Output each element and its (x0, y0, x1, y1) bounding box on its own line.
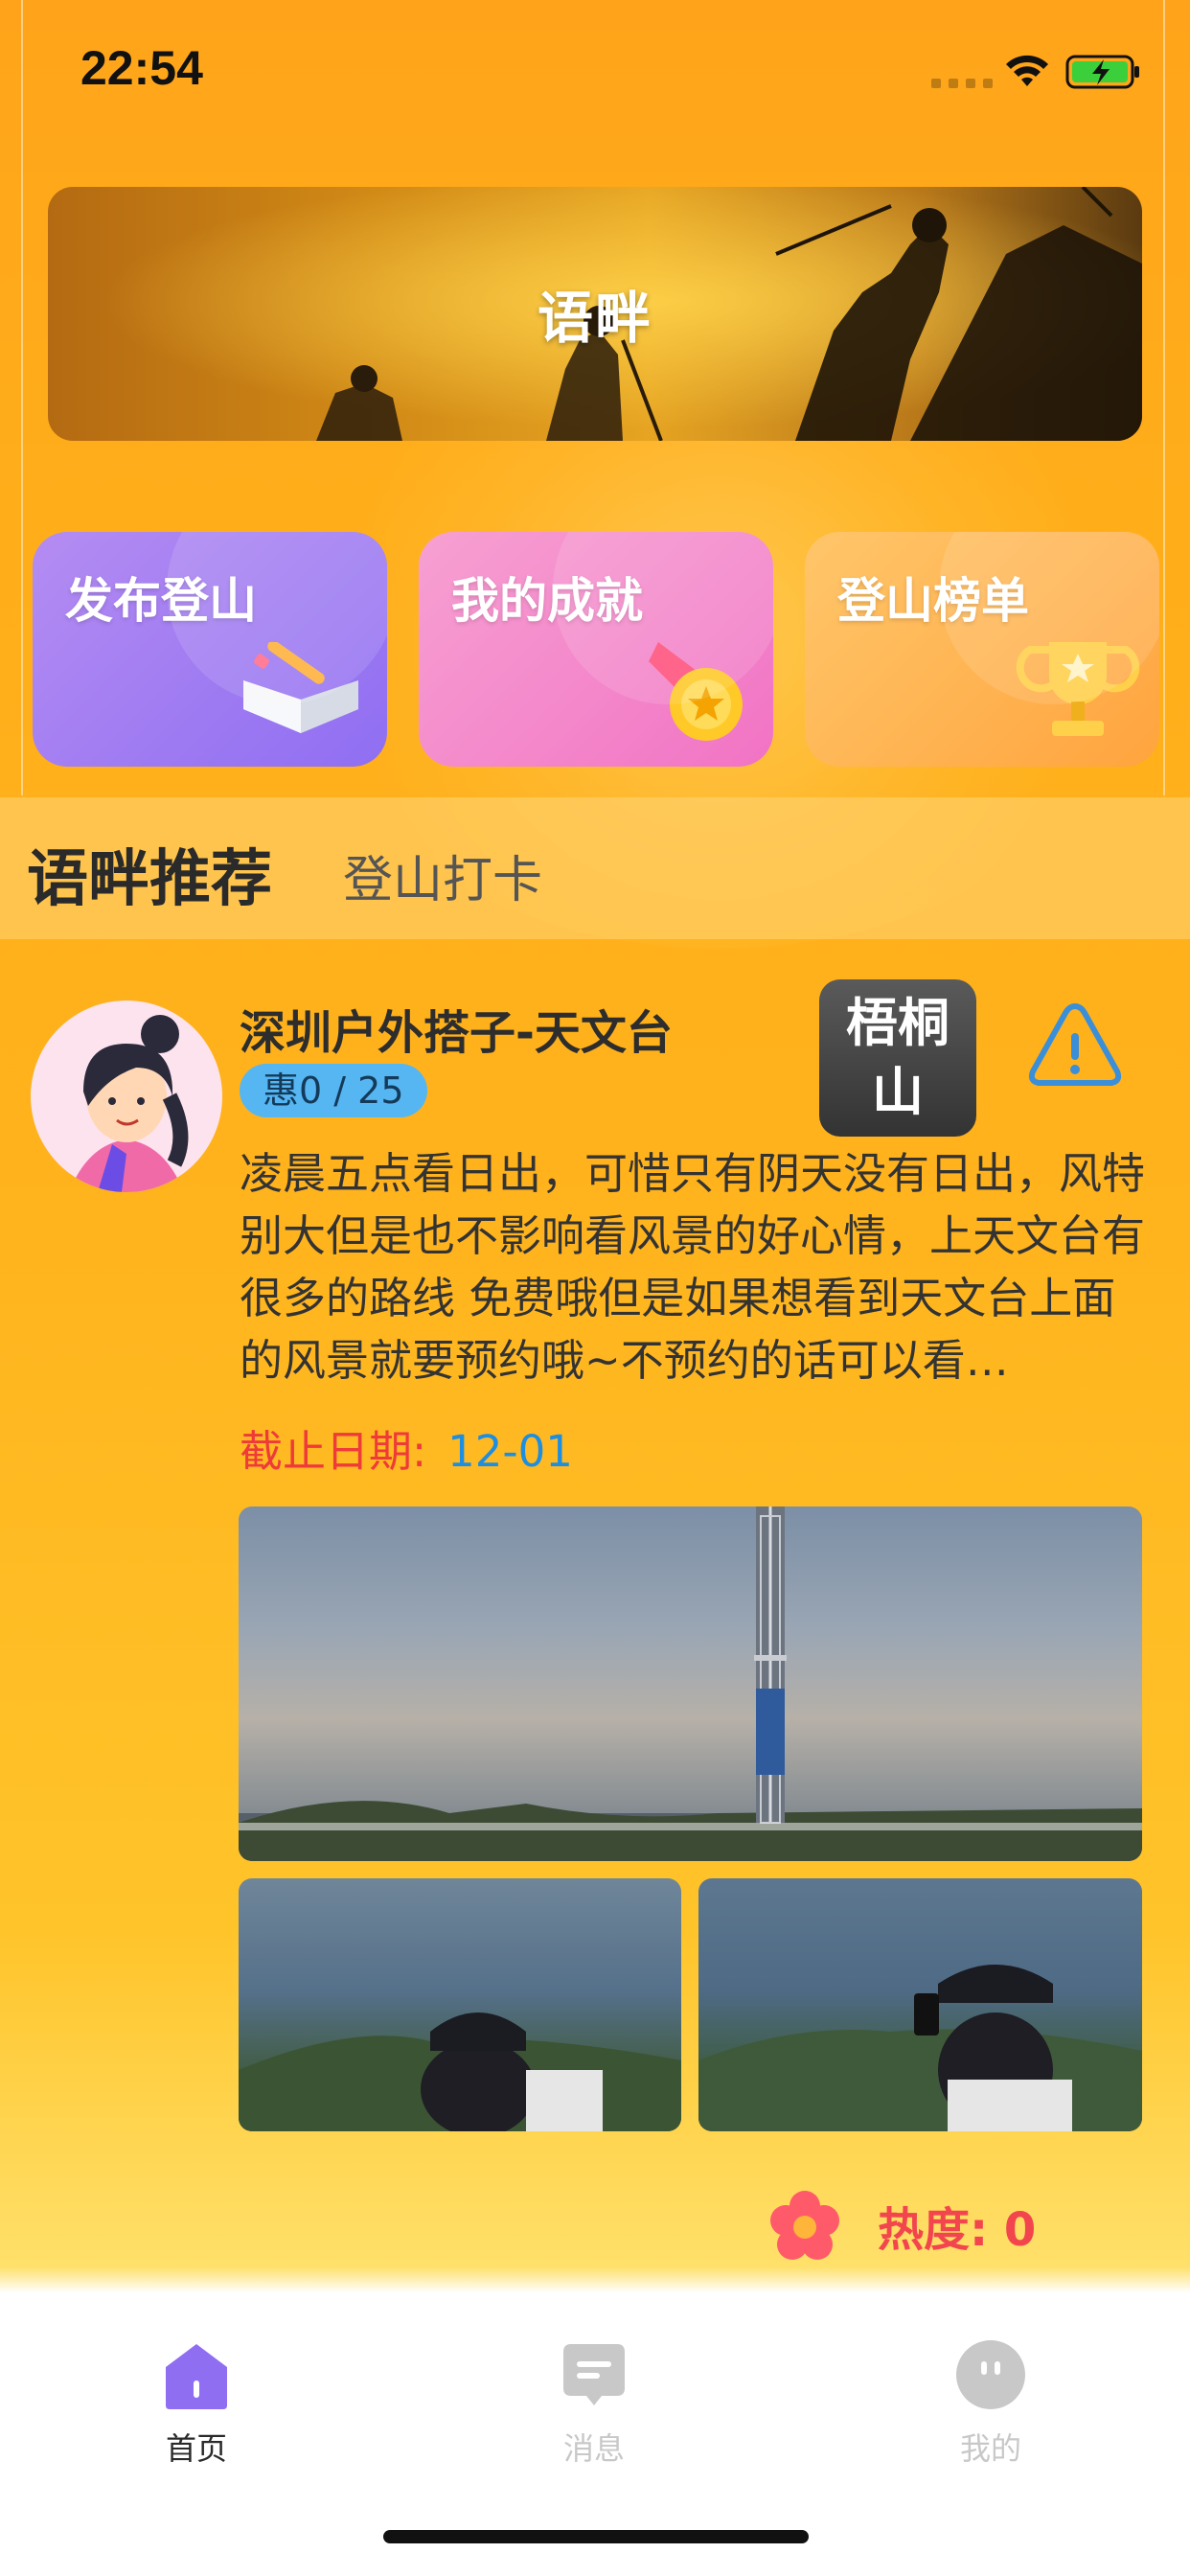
tab-recommend[interactable]: 语畔推荐 (27, 830, 272, 918)
climb-ranking-card[interactable]: 登山榜单 (805, 532, 1159, 767)
app-screen: 22:54 语畔 发布登山 我的成就 登山榜单 语畔推荐 登山打卡 深圳户外搭子… (0, 0, 1190, 2576)
signal-icon (931, 79, 993, 88)
heat-value: 热度: 0 (878, 2203, 1037, 2257)
message-icon (563, 2344, 625, 2405)
wifi-icon (1006, 55, 1048, 86)
hiker-sea-image-2 (698, 1965, 1142, 2131)
avatar-illustration (69, 1015, 189, 1192)
banner-title: 语畔 (537, 286, 652, 351)
hero-banner[interactable]: 语畔 (48, 187, 1142, 441)
climb-ranking-label: 登山榜单 (837, 573, 1029, 629)
book-pencil-icon (243, 642, 358, 733)
post-body[interactable]: 凌晨五点看日出，可惜只有阴天没有日出，风特别大但是也不影响看风景的好心情，上天文… (240, 1142, 1150, 1392)
deadline-label: 截止日期: (240, 1426, 427, 1477)
battery-charging-icon (1065, 55, 1139, 89)
deadline-value: 12-01 (447, 1426, 573, 1477)
medal-icon (649, 642, 743, 741)
nav-home-label: 首页 (165, 2430, 227, 2467)
tab-checkin[interactable]: 登山打卡 (343, 840, 542, 911)
home-icon (166, 2344, 227, 2409)
avatar[interactable] (31, 1000, 222, 1192)
my-achievements-card[interactable]: 我的成就 (419, 532, 773, 767)
flower-icon[interactable] (767, 2187, 843, 2264)
nav-messages-label: 消息 (562, 2430, 625, 2467)
sky-tower-image (239, 1506, 1142, 1861)
trophy-icon (1016, 642, 1140, 736)
nav-home[interactable]: 首页 (101, 2338, 292, 2469)
hiker-sea-image-1 (239, 2012, 681, 2131)
publish-climb-label: 发布登山 (65, 573, 257, 629)
post-photo-3[interactable] (698, 1878, 1142, 2131)
nav-profile[interactable]: 我的 (895, 2338, 1087, 2469)
status-bar: 22:54 (0, 0, 1190, 144)
profile-icon (956, 2340, 1025, 2409)
nav-messages[interactable]: 消息 (498, 2338, 690, 2469)
post-photo-1[interactable] (239, 1506, 1142, 1861)
status-time: 22:54 (80, 41, 203, 95)
discount-badge: 惠0 / 25 (240, 1064, 427, 1117)
report-warning-icon[interactable] (1025, 995, 1125, 1094)
my-achievements-label: 我的成就 (451, 573, 643, 629)
mountain-badge[interactable]: 梧桐山 (819, 979, 976, 1137)
home-indicator (383, 2530, 809, 2543)
deadline: 截止日期: 12-01 (240, 1416, 573, 1479)
post-title[interactable]: 深圳户外搭子-天文台 (240, 995, 673, 1062)
post-photo-2[interactable] (239, 1878, 681, 2131)
nav-profile-label: 我的 (959, 2430, 1021, 2467)
heat-indicator: 热度: 0 (767, 2187, 1036, 2264)
publish-climb-card[interactable]: 发布登山 (33, 532, 387, 767)
